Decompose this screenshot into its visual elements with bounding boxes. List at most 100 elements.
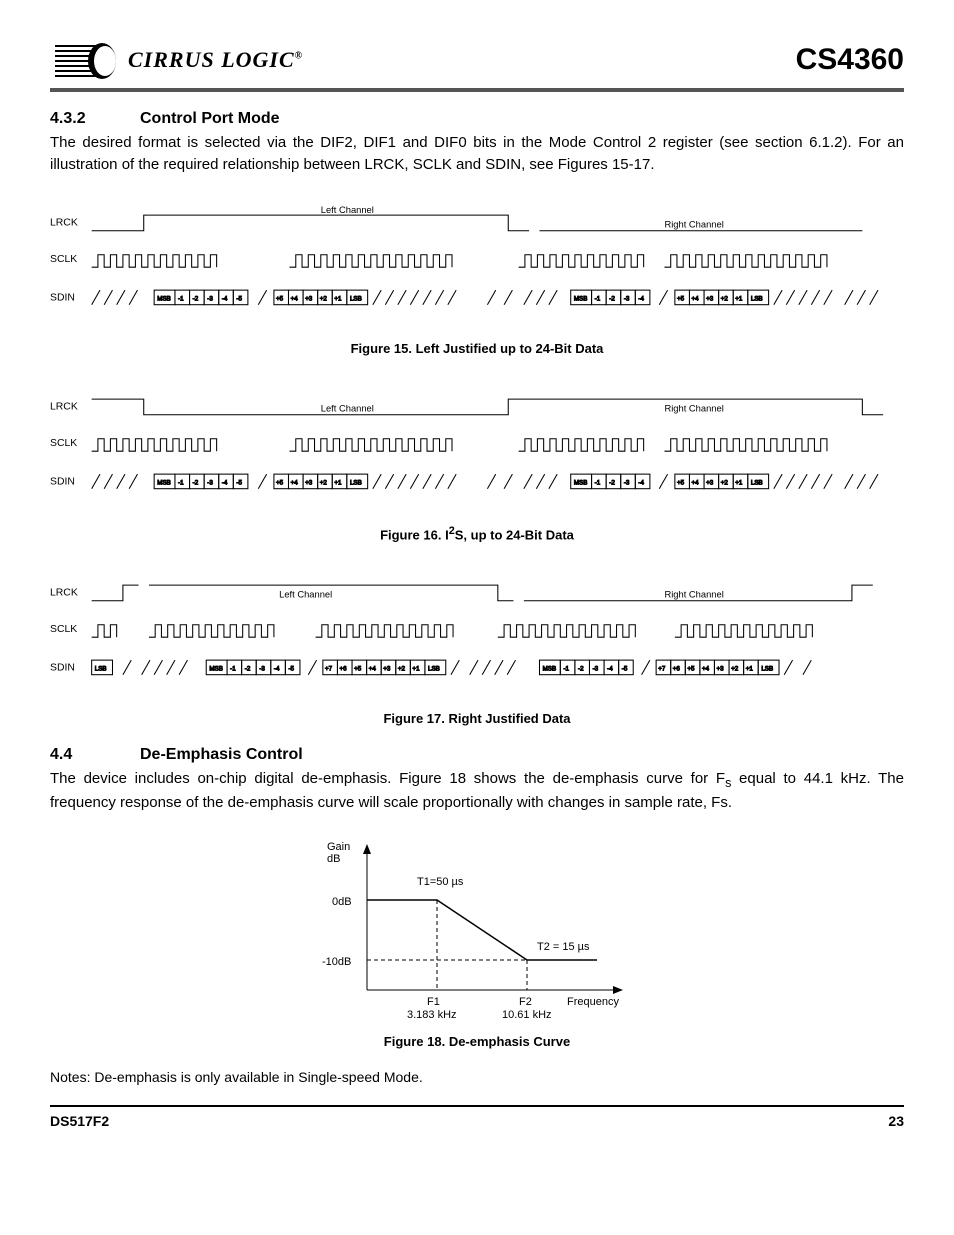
- svg-text:+3: +3: [305, 295, 313, 302]
- svg-text:+5: +5: [276, 295, 284, 302]
- doc-id: DS517F2: [50, 1113, 109, 1129]
- svg-text:SCLK: SCLK: [50, 624, 77, 635]
- svg-text:+4: +4: [291, 295, 299, 302]
- svg-text:-4: -4: [222, 479, 228, 486]
- svg-text:-3: -3: [624, 479, 630, 486]
- svg-text:Right Channel: Right Channel: [664, 219, 723, 229]
- figure-16: LRCK Left Channel Right Channel SCLK SDI…: [50, 376, 904, 542]
- svg-text:Right Channel: Right Channel: [664, 589, 723, 599]
- svg-text:MSB: MSB: [157, 479, 171, 486]
- svg-text:+5: +5: [677, 295, 685, 302]
- svg-text:-1: -1: [595, 479, 601, 486]
- svg-text:-1: -1: [178, 295, 184, 302]
- svg-text:+3: +3: [706, 295, 714, 302]
- notes-text: Notes: De-emphasis is only available in …: [50, 1069, 904, 1085]
- svg-text:3.183 kHz: 3.183 kHz: [407, 1009, 457, 1021]
- svg-text:-3: -3: [207, 479, 213, 486]
- svg-text:Left Channel: Left Channel: [321, 205, 374, 215]
- svg-text:+7: +7: [658, 665, 666, 672]
- section-432-heading: 4.3.2Control Port Mode: [50, 110, 904, 128]
- svg-text:LSB: LSB: [428, 665, 440, 672]
- svg-text:LRCK: LRCK: [50, 217, 78, 228]
- section-432-text: The desired format is selected via the D…: [50, 132, 904, 176]
- svg-text:Right Channel: Right Channel: [664, 403, 723, 413]
- svg-text:MSB: MSB: [157, 295, 171, 302]
- svg-text:-10dB: -10dB: [322, 956, 351, 968]
- svg-text:+2: +2: [721, 479, 729, 486]
- svg-text:SDIN: SDIN: [50, 292, 75, 303]
- svg-text:+1: +1: [334, 295, 342, 302]
- svg-text:LSB: LSB: [350, 479, 362, 486]
- svg-text:-1: -1: [563, 665, 569, 672]
- svg-text:+1: +1: [735, 479, 743, 486]
- svg-text:+3: +3: [706, 479, 714, 486]
- page-number: 23: [888, 1113, 904, 1129]
- svg-text:F2: F2: [519, 996, 532, 1008]
- svg-text:F1: F1: [427, 996, 440, 1008]
- svg-text:+3: +3: [305, 479, 313, 486]
- svg-text:-3: -3: [207, 295, 213, 302]
- section-44-heading: 4.4De-Emphasis Control: [50, 746, 904, 764]
- svg-text:T2 = 15 µs: T2 = 15 µs: [537, 941, 590, 953]
- svg-text:+7: +7: [325, 665, 333, 672]
- svg-text:+1: +1: [412, 665, 420, 672]
- company-logo: CIRRUS LOGIC®: [50, 40, 303, 80]
- figure-18-caption: Figure 18. De-emphasis Curve: [50, 1034, 904, 1049]
- svg-text:LRCK: LRCK: [50, 587, 78, 598]
- svg-text:LRCK: LRCK: [50, 401, 78, 412]
- figure-15-caption: Figure 15. Left Justified up to 24-Bit D…: [50, 341, 904, 356]
- svg-text:+4: +4: [291, 479, 299, 486]
- svg-text:SDIN: SDIN: [50, 476, 75, 487]
- svg-text:+4: +4: [692, 295, 700, 302]
- section-44-text: The device includes on-chip digital de-e…: [50, 768, 904, 814]
- svg-text:+3: +3: [383, 665, 391, 672]
- svg-text:-4: -4: [638, 295, 644, 302]
- company-name: CIRRUS LOGIC®: [128, 47, 303, 73]
- svg-text:MSB: MSB: [574, 295, 588, 302]
- svg-text:+2: +2: [320, 479, 328, 486]
- page-header: CIRRUS LOGIC® CS4360: [50, 40, 904, 80]
- svg-text:+5: +5: [677, 479, 685, 486]
- svg-text:GaindB: GaindB: [327, 841, 350, 865]
- svg-text:-4: -4: [274, 665, 280, 672]
- svg-text:-2: -2: [245, 665, 251, 672]
- svg-text:+1: +1: [334, 479, 342, 486]
- svg-text:+2: +2: [721, 295, 729, 302]
- svg-text:+1: +1: [735, 295, 743, 302]
- svg-text:+1: +1: [746, 665, 754, 672]
- svg-text:+5: +5: [276, 479, 284, 486]
- svg-text:+4: +4: [702, 665, 710, 672]
- svg-text:LSB: LSB: [761, 665, 773, 672]
- svg-text:SCLK: SCLK: [50, 438, 77, 449]
- svg-text:-3: -3: [593, 665, 599, 672]
- svg-text:-3: -3: [259, 665, 265, 672]
- figure-18-chart: GaindB 0dB -10dB T1=50 µs T2 = 15 µs F1 …: [297, 830, 657, 1030]
- figure-17-caption: Figure 17. Right Justified Data: [50, 711, 904, 726]
- svg-text:LSB: LSB: [95, 665, 107, 672]
- svg-text:MSB: MSB: [574, 479, 588, 486]
- figure-16-caption: Figure 16. I2S, up to 24-Bit Data: [50, 525, 904, 542]
- svg-text:+2: +2: [398, 665, 406, 672]
- svg-text:+6: +6: [340, 665, 348, 672]
- svg-text:-5: -5: [622, 665, 628, 672]
- svg-text:+4: +4: [369, 665, 377, 672]
- svg-text:0dB: 0dB: [332, 896, 352, 908]
- svg-text:-4: -4: [222, 295, 228, 302]
- page-footer: DS517F2 23: [50, 1105, 904, 1129]
- svg-text:-1: -1: [595, 295, 601, 302]
- svg-text:-4: -4: [607, 665, 613, 672]
- svg-text:+3: +3: [717, 665, 725, 672]
- svg-text:+5: +5: [687, 665, 695, 672]
- svg-text:-2: -2: [578, 665, 584, 672]
- svg-text:-2: -2: [193, 295, 199, 302]
- header-rule: [50, 88, 904, 92]
- svg-text:+6: +6: [673, 665, 681, 672]
- svg-text:LSB: LSB: [751, 479, 763, 486]
- svg-text:SDIN: SDIN: [50, 662, 75, 673]
- svg-text:-1: -1: [230, 665, 236, 672]
- svg-text:LSB: LSB: [751, 295, 763, 302]
- svg-text:+5: +5: [354, 665, 362, 672]
- svg-text:SCLK: SCLK: [50, 254, 77, 265]
- figure-17: LRCK Left Channel Right Channel SCLK SDI…: [50, 562, 904, 726]
- svg-text:MSB: MSB: [209, 665, 223, 672]
